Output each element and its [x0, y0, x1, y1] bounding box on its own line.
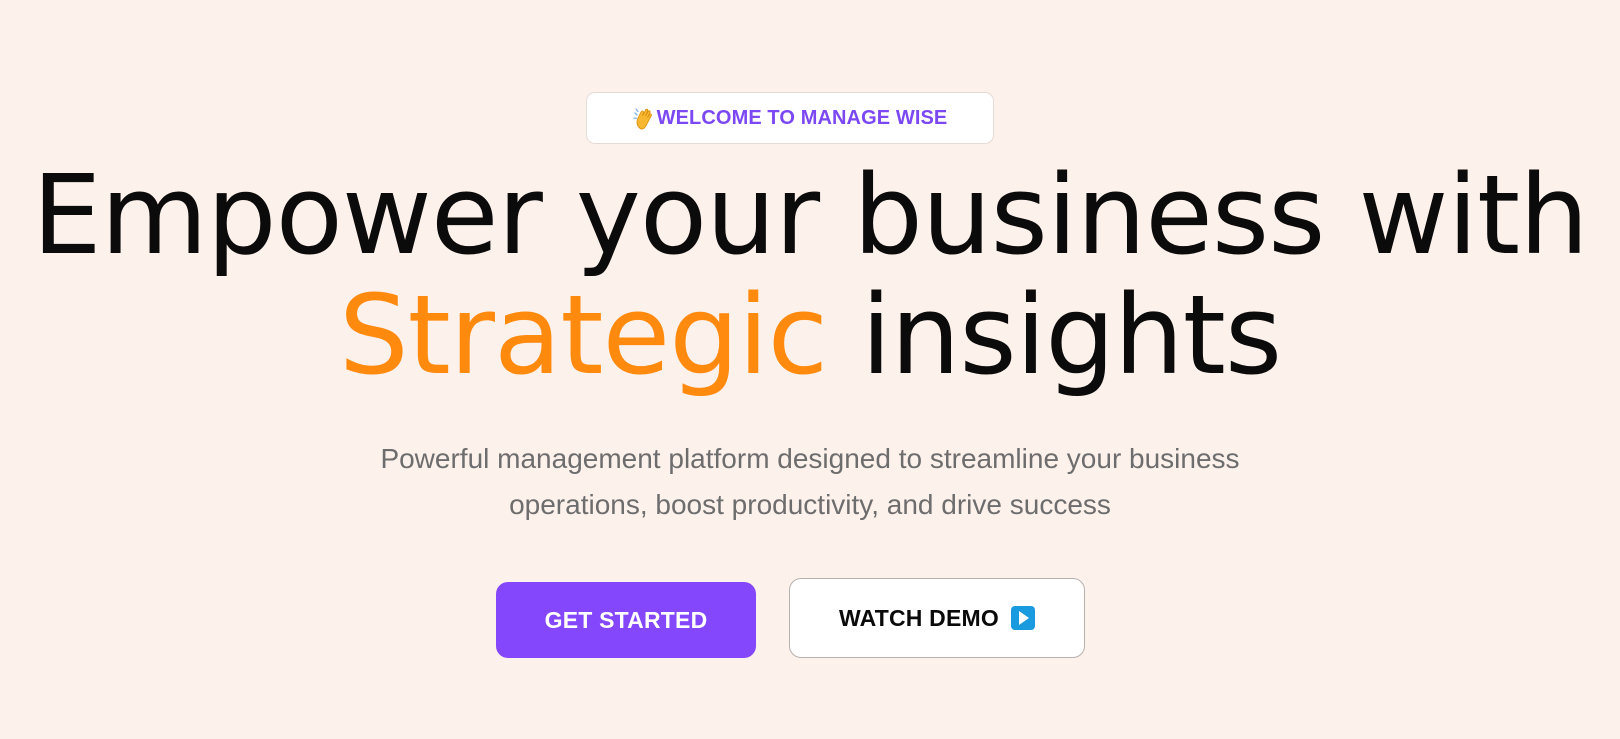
subtitle-line-2: operations, boost productivity, and driv…: [509, 489, 1111, 520]
waving-hand-icon: [632, 108, 652, 130]
badge-text: WELCOME TO MANAGE WISE: [656, 106, 948, 129]
hero-headline-line-1: Empower your business with: [32, 151, 1589, 279]
get-started-button[interactable]: GET STARTED: [496, 582, 756, 658]
subtitle-line-1: Powerful management platform designed to…: [380, 443, 1240, 474]
headline-rest: insights: [861, 271, 1282, 399]
watch-demo-label: WATCH DEMO: [838, 604, 999, 631]
hero-headline-line-2: Strategic insights: [0, 275, 1620, 395]
hero-section: WELCOME TO MANAGE WISE Empower your busi…: [0, 0, 1620, 739]
hero-subtitle: Powerful management platform designed to…: [310, 436, 1310, 528]
play-button-icon: [1011, 606, 1035, 630]
headline-accent-word: Strategic: [338, 271, 828, 399]
welcome-badge: WELCOME TO MANAGE WISE: [586, 92, 994, 144]
watch-demo-button[interactable]: WATCH DEMO: [789, 578, 1085, 658]
get-started-label: GET STARTED: [544, 606, 708, 633]
